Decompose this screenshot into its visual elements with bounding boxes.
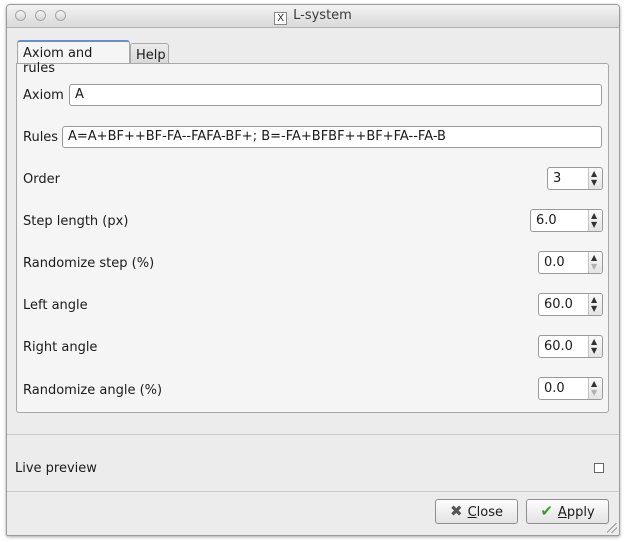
order-spin-arrows[interactable]: ▲ ▼ (588, 168, 602, 189)
randomize-angle-label: Randomize angle (%) (23, 383, 163, 398)
randomize-step-value: 0.0 (544, 255, 565, 270)
chevron-up-icon[interactable]: ▲ (591, 254, 597, 262)
title-bar: X L-system (7, 5, 619, 28)
left-angle-label: Left angle (23, 298, 88, 313)
right-angle-value: 60.0 (544, 339, 573, 354)
axiom-input[interactable]: A (69, 84, 602, 106)
divider (7, 491, 619, 492)
step-length-spinbox[interactable]: 6.0 ▲ ▼ (530, 209, 603, 232)
rules-label: Rules (23, 130, 59, 145)
step-length-value: 6.0 (536, 213, 557, 228)
randomize-step-spin-arrows[interactable]: ▲ ▼ (588, 252, 602, 273)
order-label: Order (23, 172, 60, 187)
tab-help[interactable]: Help (130, 43, 169, 63)
randomize-angle-spinbox[interactable]: 0.0 ▲ ▼ (538, 377, 603, 400)
apply-button-label: pply (566, 505, 595, 520)
right-angle-spinbox[interactable]: 60.0 ▲ ▼ (538, 335, 603, 358)
rules-input[interactable]: A=A+BF++BF-FA--FAFA-BF+; B=-FA+BFBF++BF+… (62, 126, 602, 148)
chevron-up-icon[interactable]: ▲ (591, 338, 597, 346)
chevron-up-icon[interactable]: ▲ (591, 212, 597, 220)
right-angle-label: Right angle (23, 340, 98, 355)
l-system-window: X L-system Axiom and rules Help Axiom A R… (6, 4, 620, 536)
right-angle-spin-arrows[interactable]: ▲ ▼ (588, 336, 602, 357)
step-length-label: Step length (px) (23, 214, 129, 229)
left-angle-spin-arrows[interactable]: ▲ ▼ (588, 294, 602, 315)
left-angle-value: 60.0 (544, 297, 573, 312)
step-length-spin-arrows[interactable]: ▲ ▼ (588, 210, 602, 231)
chevron-down-icon[interactable]: ▼ (591, 221, 597, 229)
apply-button[interactable]: ✔ Apply (526, 499, 609, 524)
chevron-up-icon[interactable]: ▲ (591, 296, 597, 304)
randomize-step-label: Randomize step (%) (23, 256, 155, 271)
x11-icon: X (274, 12, 288, 25)
close-button-label: lose (476, 505, 503, 520)
checkmark-icon: ✔ (540, 502, 553, 520)
tab-axiom-and-rules[interactable]: Axiom and rules (17, 40, 130, 76)
axiom-label: Axiom (23, 88, 64, 103)
chevron-up-icon[interactable]: ▲ (591, 380, 597, 388)
order-spinbox[interactable]: 3 ▲ ▼ (547, 167, 603, 190)
apply-button-mnemonic: A (557, 505, 567, 520)
randomize-angle-value: 0.0 (544, 381, 565, 396)
randomize-step-spinbox[interactable]: 0.0 ▲ ▼ (538, 251, 603, 274)
live-preview-label: Live preview (15, 461, 97, 476)
resize-grip-icon[interactable] (607, 523, 617, 533)
window-title-wrap: X L-system (7, 8, 619, 25)
chevron-down-icon[interactable]: ▼ (591, 305, 597, 313)
close-icon: ✖ (450, 502, 463, 520)
chevron-down-icon[interactable]: ▼ (591, 347, 597, 355)
axiom-rules-panel: Axiom A Rules A=A+BF++BF-FA--FAFA-BF+; B… (16, 63, 609, 413)
left-angle-spinbox[interactable]: 60.0 ▲ ▼ (538, 293, 603, 316)
randomize-angle-spin-arrows[interactable]: ▲ ▼ (588, 378, 602, 399)
window-title: L-system (293, 8, 352, 23)
close-button[interactable]: ✖ Close (435, 499, 518, 524)
live-preview-checkbox[interactable] (594, 463, 604, 473)
chevron-up-icon[interactable]: ▲ (591, 170, 597, 178)
chevron-down-icon[interactable]: ▼ (591, 179, 597, 187)
close-button-mnemonic: C (467, 505, 477, 520)
chevron-down-icon: ▼ (591, 388, 598, 397)
divider (7, 434, 619, 435)
chevron-down-icon: ▼ (591, 262, 598, 271)
order-value: 3 (553, 171, 562, 186)
